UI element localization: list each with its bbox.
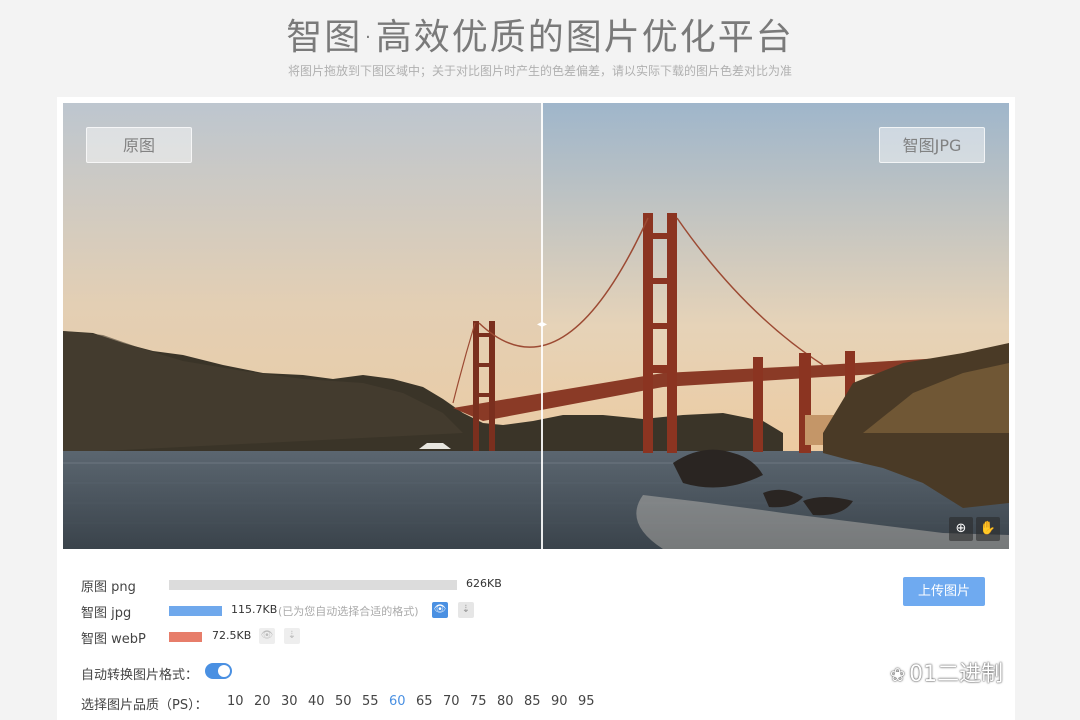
quality-option-60[interactable]: 60 — [389, 694, 406, 709]
format-name: 智图 jpg — [81, 606, 132, 621]
quality-option-65[interactable]: 65 — [416, 694, 433, 709]
quality-label: 选择图片品质（PS）： — [81, 698, 208, 713]
format-row-jpg: 智图 jpg 115.7KB (已为您自动选择合适的格式) 👁 ⇣ — [81, 602, 501, 621]
quality-row: 选择图片品质（PS）： — [81, 694, 221, 713]
divider-handle-icon[interactable]: ◂▸ — [535, 319, 549, 331]
wechat-icon: ❀ — [890, 665, 906, 686]
format-row-webp: 智图 webP 72.5KB 👁 ⇣ — [81, 628, 321, 647]
preview-eye-icon[interactable]: 👁 — [259, 628, 275, 644]
quality-option-70[interactable]: 70 — [443, 694, 460, 709]
upload-image-button[interactable]: 上传图片 — [903, 577, 985, 606]
size-bar — [169, 632, 202, 642]
optimized-label: 智图JPG — [879, 127, 985, 163]
quality-option-90[interactable]: 90 — [551, 694, 568, 709]
zoom-icon[interactable]: ⊕ — [949, 517, 973, 541]
auto-convert-toggle[interactable] — [205, 663, 232, 679]
download-icon[interactable]: ⇣ — [458, 602, 474, 618]
file-size: 115.7KB — [231, 603, 278, 616]
file-size: 626KB — [466, 577, 502, 590]
quality-option-10[interactable]: 10 — [227, 694, 244, 709]
quality-option-85[interactable]: 85 — [524, 694, 541, 709]
page-subtitle: 将图片拖放到下图区域中；关于对比图片时产生的色差偏差，请以实际下载的图片色差对比… — [287, 64, 792, 78]
quality-option-50[interactable]: 50 — [335, 694, 352, 709]
watermark-text: 01二进制 — [909, 662, 1004, 687]
size-bar — [169, 580, 457, 590]
quality-option-75[interactable]: 75 — [470, 694, 487, 709]
quality-option-95[interactable]: 95 — [578, 694, 595, 709]
preview-eye-icon[interactable]: 👁 — [432, 602, 448, 618]
quality-option-30[interactable]: 30 — [281, 694, 298, 709]
quality-option-80[interactable]: 80 — [497, 694, 514, 709]
quality-option-20[interactable]: 20 — [254, 694, 271, 709]
original-label: 原图 — [86, 127, 192, 163]
page-title: 智图·高效优质的图片优化平台 — [286, 17, 794, 58]
auto-format-hint: (已为您自动选择合适的格式) — [278, 605, 419, 618]
watermark: ❀ 01二进制 — [890, 656, 1003, 688]
format-name: 原图 png — [81, 580, 136, 595]
file-size: 72.5KB — [212, 629, 252, 642]
image-compare-area[interactable]: ◂▸ 原图 智图JPG ⊕ ✋ — [63, 103, 1009, 549]
quality-option-40[interactable]: 40 — [308, 694, 325, 709]
download-icon[interactable]: ⇣ — [284, 628, 300, 644]
size-bar — [169, 606, 222, 616]
auto-convert-label: 自动转换图片格式： — [81, 668, 199, 683]
auto-convert-row: 自动转换图片格式： — [81, 664, 211, 683]
hand-icon[interactable]: ✋ — [976, 517, 1000, 541]
quality-option-55[interactable]: 55 — [362, 694, 379, 709]
format-row-png: 原图 png 626KB — [81, 576, 521, 595]
format-name: 智图 webP — [81, 632, 146, 647]
